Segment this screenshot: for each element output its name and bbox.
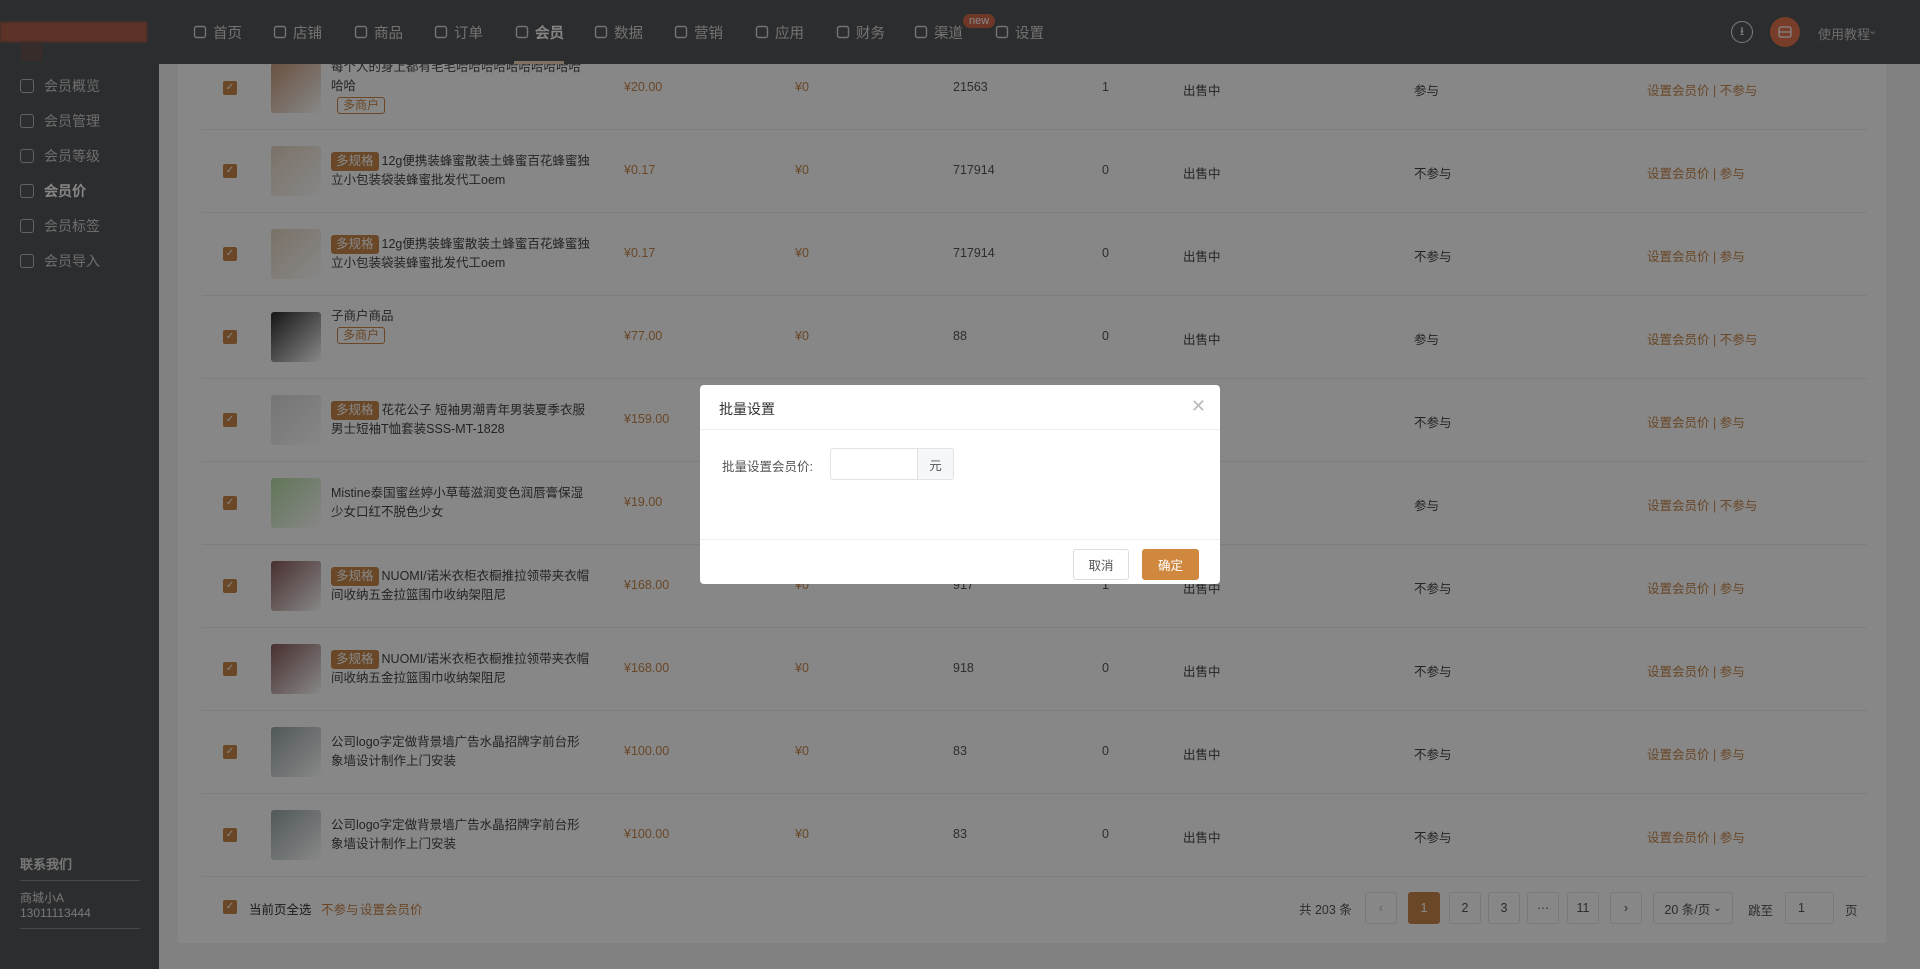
dialog-footer-divider	[700, 539, 1220, 540]
member-price-input[interactable]	[830, 448, 918, 480]
cancel-button[interactable]: 取消	[1073, 549, 1129, 580]
member-price-label: 批量设置会员价:	[722, 460, 813, 474]
close-icon[interactable]: ✕	[1191, 396, 1206, 417]
confirm-button[interactable]: 确定	[1142, 549, 1199, 580]
dialog-title: 批量设置	[719, 401, 775, 417]
unit-addon: 元	[917, 448, 954, 480]
dialog-header: 批量设置 ✕	[700, 385, 1220, 430]
batch-set-dialog: 批量设置 ✕ 批量设置会员价: 元 取消 确定	[700, 385, 1220, 584]
